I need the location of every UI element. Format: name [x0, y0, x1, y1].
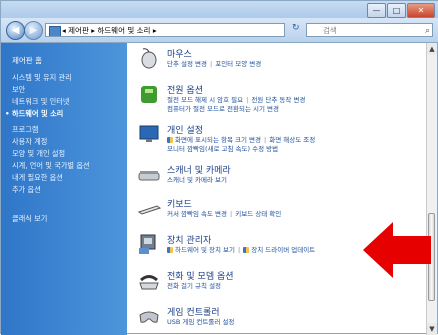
scroll-up-button[interactable]: ▲ [427, 43, 437, 55]
sidebar-item-additional-options[interactable]: 추가 옵션 [12, 185, 41, 195]
category-list: 마우스 단추 설정 변경 | 포인터 모양 변경 전원 옵션 절전 모드 해제 시 … [129, 43, 429, 335]
category-link[interactable]: 키보드 상태 확인 [235, 210, 281, 218]
category-link[interactable]: 포인터 모양 변경 [215, 60, 261, 68]
category-link[interactable]: 절전 모드 해제 시 암호 필요 [167, 96, 243, 104]
category-title[interactable]: 전원 옵션 [167, 83, 203, 96]
category-link[interactable]: 전화 걸기 규칙 설정 [167, 282, 221, 290]
refresh-button[interactable]: ↻ [292, 23, 300, 33]
red-arrow-annotation [363, 222, 431, 278]
device-manager-icon [139, 234, 156, 254]
category-link[interactable]: 스캐너 및 카메라 보기 [167, 176, 227, 184]
category-title[interactable]: 마우스 [167, 47, 192, 60]
category-link[interactable]: 화면에 표시되는 항목 크기 변경 [175, 136, 261, 144]
scanner-icon [138, 171, 160, 181]
power-icon [141, 86, 157, 103]
forward-button[interactable]: ▶ [24, 21, 43, 40]
maximize-button[interactable]: □ [387, 3, 406, 18]
category-link[interactable]: 단추 설정 변경 [167, 60, 207, 68]
explorer-window: — □ ✕ ◀ ▶ ◂ 제어판 ▸ 하드웨어 및 소리 ▸ ↻ 검색 ⌕ 제어판… [0, 0, 438, 335]
close-button[interactable]: ✕ [407, 3, 435, 18]
address-bar[interactable]: ◂ 제어판 ▸ 하드웨어 및 소리 ▸ [45, 23, 285, 37]
sidebar-item-user-accounts[interactable]: 사용자 계정 [12, 137, 47, 147]
category-link[interactable]: 컴퓨터가 절전 모드로 전환되는 시기 변경 [167, 105, 279, 113]
category-title[interactable]: 전화 및 모뎀 옵션 [167, 269, 234, 282]
category-link[interactable]: 모니터 깜빡임(새로 고침 속도) 수정 방법 [167, 145, 278, 153]
shield-icon [167, 247, 173, 253]
search-input[interactable]: 검색 ⌕ [306, 23, 433, 37]
shield-icon [243, 247, 250, 253]
window-controls: — □ ✕ [366, 3, 435, 18]
back-button[interactable]: ◀ [6, 21, 25, 40]
breadcrumb: ◂ 제어판 ▸ 하드웨어 및 소리 ▸ [62, 26, 157, 35]
category-link[interactable]: 커서 깜빡임 속도 변경 [167, 210, 227, 218]
category-link[interactable]: 화면 해상도 조정 [269, 136, 315, 144]
sidebar-item-programs[interactable]: 프로그램 [12, 125, 38, 135]
category-link[interactable]: 하드웨어 및 장치 보기 [175, 246, 235, 254]
category-link[interactable]: 전원 단추 동작 변경 [251, 96, 305, 104]
scroll-down-button[interactable]: ▼ [427, 323, 437, 335]
sidebar-item-appearance[interactable]: 모양 및 개인 설정 [12, 149, 65, 159]
sidebar-item-system[interactable]: 시스템 및 유지 관리 [12, 73, 72, 83]
keyboard-icon [137, 205, 161, 215]
game-controller-icon [139, 311, 159, 323]
shield-icon [167, 137, 173, 143]
sidebar-item-hardware[interactable]: 하드웨어 및 소리 [5, 109, 63, 119]
mouse-icon [141, 48, 157, 69]
category-title[interactable]: 게임 컨트롤러 [167, 305, 220, 318]
sidebar-item-accessibility[interactable]: 내게 필요한 옵션 [12, 173, 63, 183]
sidebar-home-link[interactable]: 제어판 홈 [12, 55, 42, 66]
category-title[interactable]: 개인 설정 [167, 123, 203, 136]
navigation-bar: ◀ ▶ ◂ 제어판 ▸ 하드웨어 및 소리 ▸ ↻ 검색 ⌕ [1, 18, 438, 43]
vertical-scrollbar[interactable]: ▲ ▼ [426, 43, 437, 335]
sidebar: 제어판 홈 시스템 및 유지 관리 보안 네트워크 및 인터넷 하드웨어 및 소… [1, 43, 127, 335]
search-placeholder: 검색 [323, 26, 337, 35]
minimize-button[interactable]: — [367, 3, 386, 18]
category-title[interactable]: 스캐너 및 카메라 [167, 163, 231, 176]
sidebar-item-security[interactable]: 보안 [12, 85, 25, 95]
sidebar-item-classic-view[interactable]: 클래식 보기 [12, 214, 47, 224]
control-panel-icon [49, 26, 61, 36]
category-link[interactable]: 장치 드라이버 업데이트 [251, 246, 315, 254]
search-icon[interactable]: ⌕ [425, 24, 430, 38]
sidebar-item-network[interactable]: 네트워크 및 인터넷 [12, 97, 69, 107]
phone-modem-icon [139, 275, 159, 290]
category-title[interactable]: 키보드 [167, 197, 192, 210]
category-title[interactable]: 장치 관리자 [167, 233, 211, 246]
category-link[interactable]: USB 게임 컨트롤러 설정 [167, 318, 234, 326]
personalize-icon [139, 125, 159, 142]
sidebar-item-clock-language[interactable]: 시계, 언어 및 국가별 옵션 [12, 161, 90, 171]
